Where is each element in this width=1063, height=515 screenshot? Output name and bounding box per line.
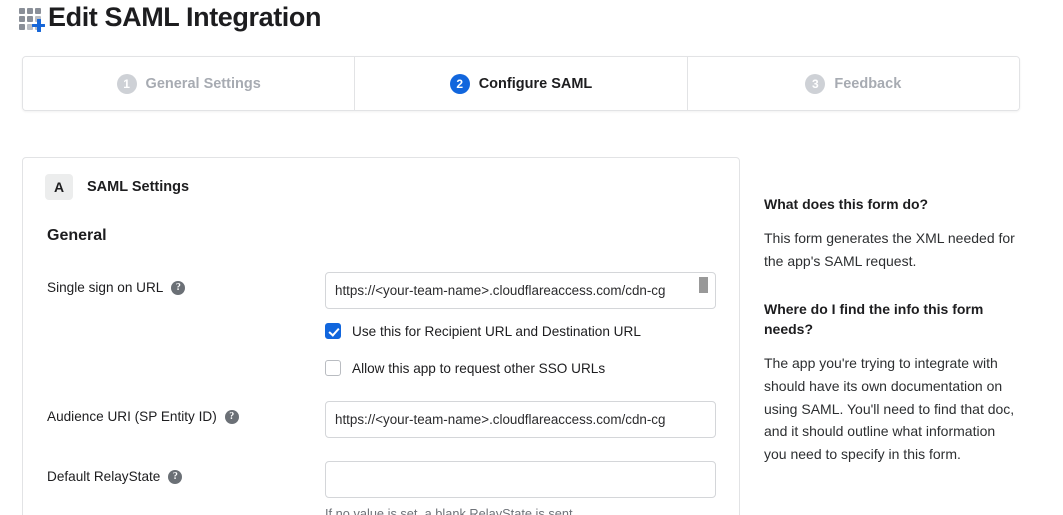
label-audience-uri: Audience URI (SP Entity ID) ? bbox=[47, 401, 325, 424]
section-title-general: General bbox=[47, 227, 739, 245]
help-icon[interactable]: ? bbox=[168, 470, 182, 484]
other-sso-urls-checkbox[interactable] bbox=[325, 360, 341, 376]
step-label: Configure SAML bbox=[479, 76, 593, 92]
info-panel: What does this form do? This form genera… bbox=[764, 194, 1017, 466]
label-text: Single sign on URL bbox=[47, 280, 163, 295]
label-default-relaystate: Default RelayState ? bbox=[47, 461, 325, 484]
step-number-badge: 2 bbox=[450, 74, 470, 94]
step-number-badge: 1 bbox=[117, 74, 137, 94]
label-sso-url: Single sign on URL ? bbox=[47, 272, 325, 295]
info-body-what-does-form-do: This form generates the XML needed for t… bbox=[764, 227, 1017, 272]
field-col-default-relaystate: If no value is set, a blank RelayState i… bbox=[325, 461, 739, 515]
card-title: SAML Settings bbox=[87, 179, 189, 195]
field-row-default-relaystate: Default RelayState ? If no value is set,… bbox=[23, 461, 739, 515]
card-header: A SAML Settings bbox=[23, 158, 739, 200]
step-label: General Settings bbox=[146, 76, 261, 92]
checkbox-row-other-sso-urls[interactable]: Allow this app to request other SSO URLs bbox=[325, 360, 739, 376]
info-body-where-find-info: The app you're trying to integrate with … bbox=[764, 352, 1017, 465]
page-root: Edit SAML Integration 1 General Settings… bbox=[0, 0, 1063, 515]
page-header: Edit SAML Integration bbox=[18, 4, 321, 31]
recipient-url-checkbox[interactable] bbox=[325, 323, 341, 339]
field-row-audience-uri: Audience URI (SP Entity ID) ? https://<y… bbox=[23, 401, 739, 438]
checkbox-label: Allow this app to request other SSO URLs bbox=[352, 361, 605, 376]
page-title: Edit SAML Integration bbox=[48, 4, 321, 31]
default-relaystate-input[interactable] bbox=[325, 461, 716, 498]
tab-feedback[interactable]: 3 Feedback bbox=[688, 57, 1019, 110]
app-grid-plus-icon bbox=[18, 5, 44, 31]
tab-general-settings[interactable]: 1 General Settings bbox=[23, 57, 355, 110]
stepper-tabs: 1 General Settings 2 Configure SAML 3 Fe… bbox=[22, 56, 1020, 111]
help-icon[interactable]: ? bbox=[225, 410, 239, 424]
info-heading-where-find-info: Where do I find the info this form needs… bbox=[764, 299, 1017, 340]
step-label: Feedback bbox=[834, 76, 901, 92]
step-number-badge: 3 bbox=[805, 74, 825, 94]
saml-settings-card: A SAML Settings General Single sign on U… bbox=[22, 157, 740, 515]
checkbox-row-recipient-url[interactable]: Use this for Recipient URL and Destinati… bbox=[325, 323, 739, 339]
field-col-sso-url: https://<your-team-name>.cloudflareacces… bbox=[325, 272, 739, 376]
tab-configure-saml[interactable]: 2 Configure SAML bbox=[355, 57, 687, 110]
sso-url-input[interactable]: https://<your-team-name>.cloudflareacces… bbox=[325, 272, 716, 309]
audience-uri-input[interactable]: https://<your-team-name>.cloudflareacces… bbox=[325, 401, 716, 438]
help-icon[interactable]: ? bbox=[171, 281, 185, 295]
label-text: Audience URI (SP Entity ID) bbox=[47, 409, 217, 424]
info-heading-what-does-form-do: What does this form do? bbox=[764, 194, 1017, 214]
section-letter-badge: A bbox=[45, 174, 73, 200]
relaystate-hint: If no value is set, a blank RelayState i… bbox=[325, 506, 739, 515]
field-col-audience-uri: https://<your-team-name>.cloudflareacces… bbox=[325, 401, 739, 438]
checkbox-label: Use this for Recipient URL and Destinati… bbox=[352, 324, 641, 339]
plus-icon bbox=[32, 19, 45, 32]
field-row-sso-url: Single sign on URL ? https://<your-team-… bbox=[23, 272, 739, 376]
label-text: Default RelayState bbox=[47, 469, 160, 484]
